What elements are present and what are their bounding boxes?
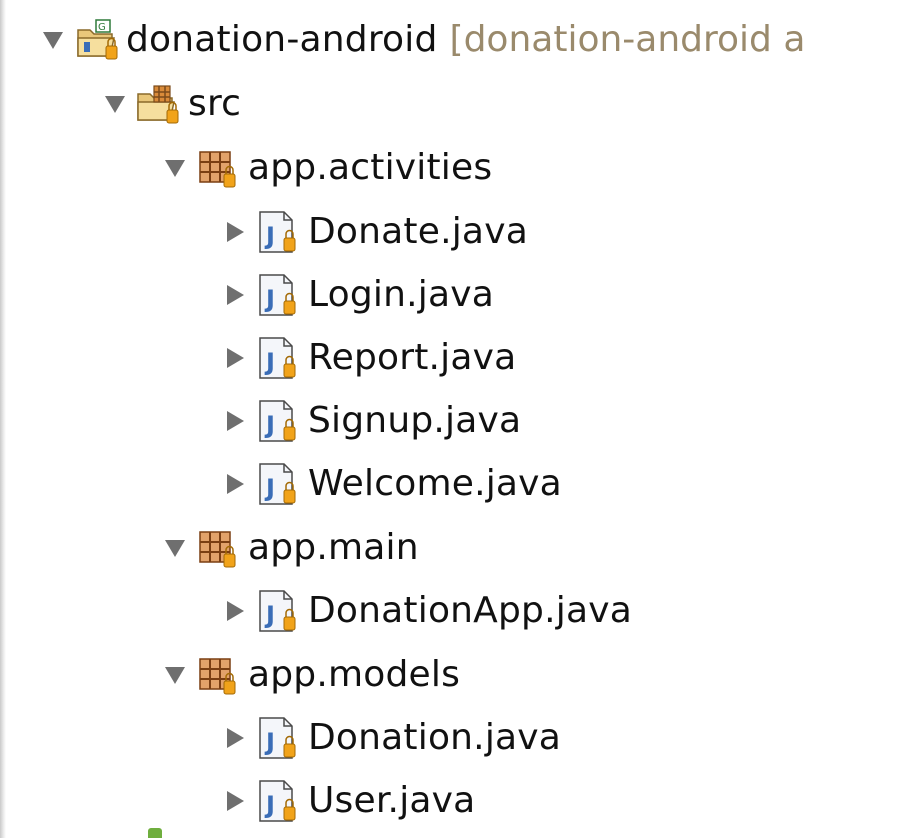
svg-text:J: J [264,411,275,439]
file-name: Welcome.java [308,463,562,504]
package-name: app.models [248,654,461,695]
tree-item-file[interactable]: J Donation.java [222,710,561,766]
triangle-right-icon[interactable] [222,471,248,497]
java-project-icon: G [72,16,122,64]
triangle-right-icon[interactable] [222,408,248,434]
svg-text:J: J [264,222,275,250]
file-name: Donate.java [308,211,528,252]
triangle-down-icon[interactable] [40,27,66,53]
triangle-right-icon[interactable] [222,725,248,751]
source-folder-icon [134,80,184,128]
triangle-right-icon[interactable] [222,788,248,814]
svg-text:J: J [264,601,275,629]
triangle-right-icon[interactable] [222,345,248,371]
java-file-icon: J [254,208,304,256]
project-name: donation-android [126,19,438,60]
file-name: Login.java [308,274,494,315]
triangle-right-icon[interactable] [222,282,248,308]
svg-text:J: J [264,474,275,502]
svg-text:J: J [264,285,275,313]
file-name: DonationApp.java [308,590,632,631]
package-explorer-tree: G donation-android [donation-android a s… [0,0,905,838]
java-file-icon: J [254,334,304,382]
package-name: app.activities [248,147,493,188]
package-icon [194,144,244,192]
triangle-down-icon[interactable] [162,155,188,181]
tree-item-package-models[interactable]: app.models [162,647,460,703]
java-file-icon: J [254,714,304,762]
tree-item-file[interactable]: J Welcome.java [222,456,562,512]
src-label: src [188,83,242,124]
tree-item-file[interactable]: J User.java [222,773,475,829]
tree-item-file[interactable]: J DonationApp.java [222,583,632,639]
triangle-down-icon[interactable] [102,91,128,117]
java-file-icon: J [254,777,304,825]
file-name: Report.java [308,337,517,378]
tree-item-file[interactable]: J Signup.java [222,393,521,449]
svg-text:J: J [264,348,275,376]
tree-item-package-activities[interactable]: app.activities [162,140,492,196]
svg-text:J: J [264,728,275,756]
java-file-icon: J [254,271,304,319]
svg-text:J: J [264,791,275,819]
tree-item-project[interactable]: G donation-android [donation-android a [40,12,805,68]
svg-text:G: G [98,22,106,33]
triangle-right-icon[interactable] [222,219,248,245]
project-decoration: [donation-android a [449,19,806,60]
next-item-icon-partial [148,828,162,838]
file-name: Signup.java [308,400,522,441]
file-name: Donation.java [308,717,562,758]
package-icon [194,651,244,699]
package-icon [194,524,244,572]
java-file-icon: J [254,587,304,635]
triangle-right-icon[interactable] [222,598,248,624]
package-name: app.main [248,527,419,568]
tree-item-file[interactable]: J Donate.java [222,204,528,260]
java-file-icon: J [254,397,304,445]
tree-item-src[interactable]: src [102,76,241,132]
file-name: User.java [308,780,476,821]
java-file-icon: J [254,460,304,508]
tree-item-package-main[interactable]: app.main [162,520,419,576]
tree-item-file[interactable]: J Login.java [222,267,494,323]
triangle-down-icon[interactable] [162,535,188,561]
tree-item-file[interactable]: J Report.java [222,330,516,386]
triangle-down-icon[interactable] [162,662,188,688]
